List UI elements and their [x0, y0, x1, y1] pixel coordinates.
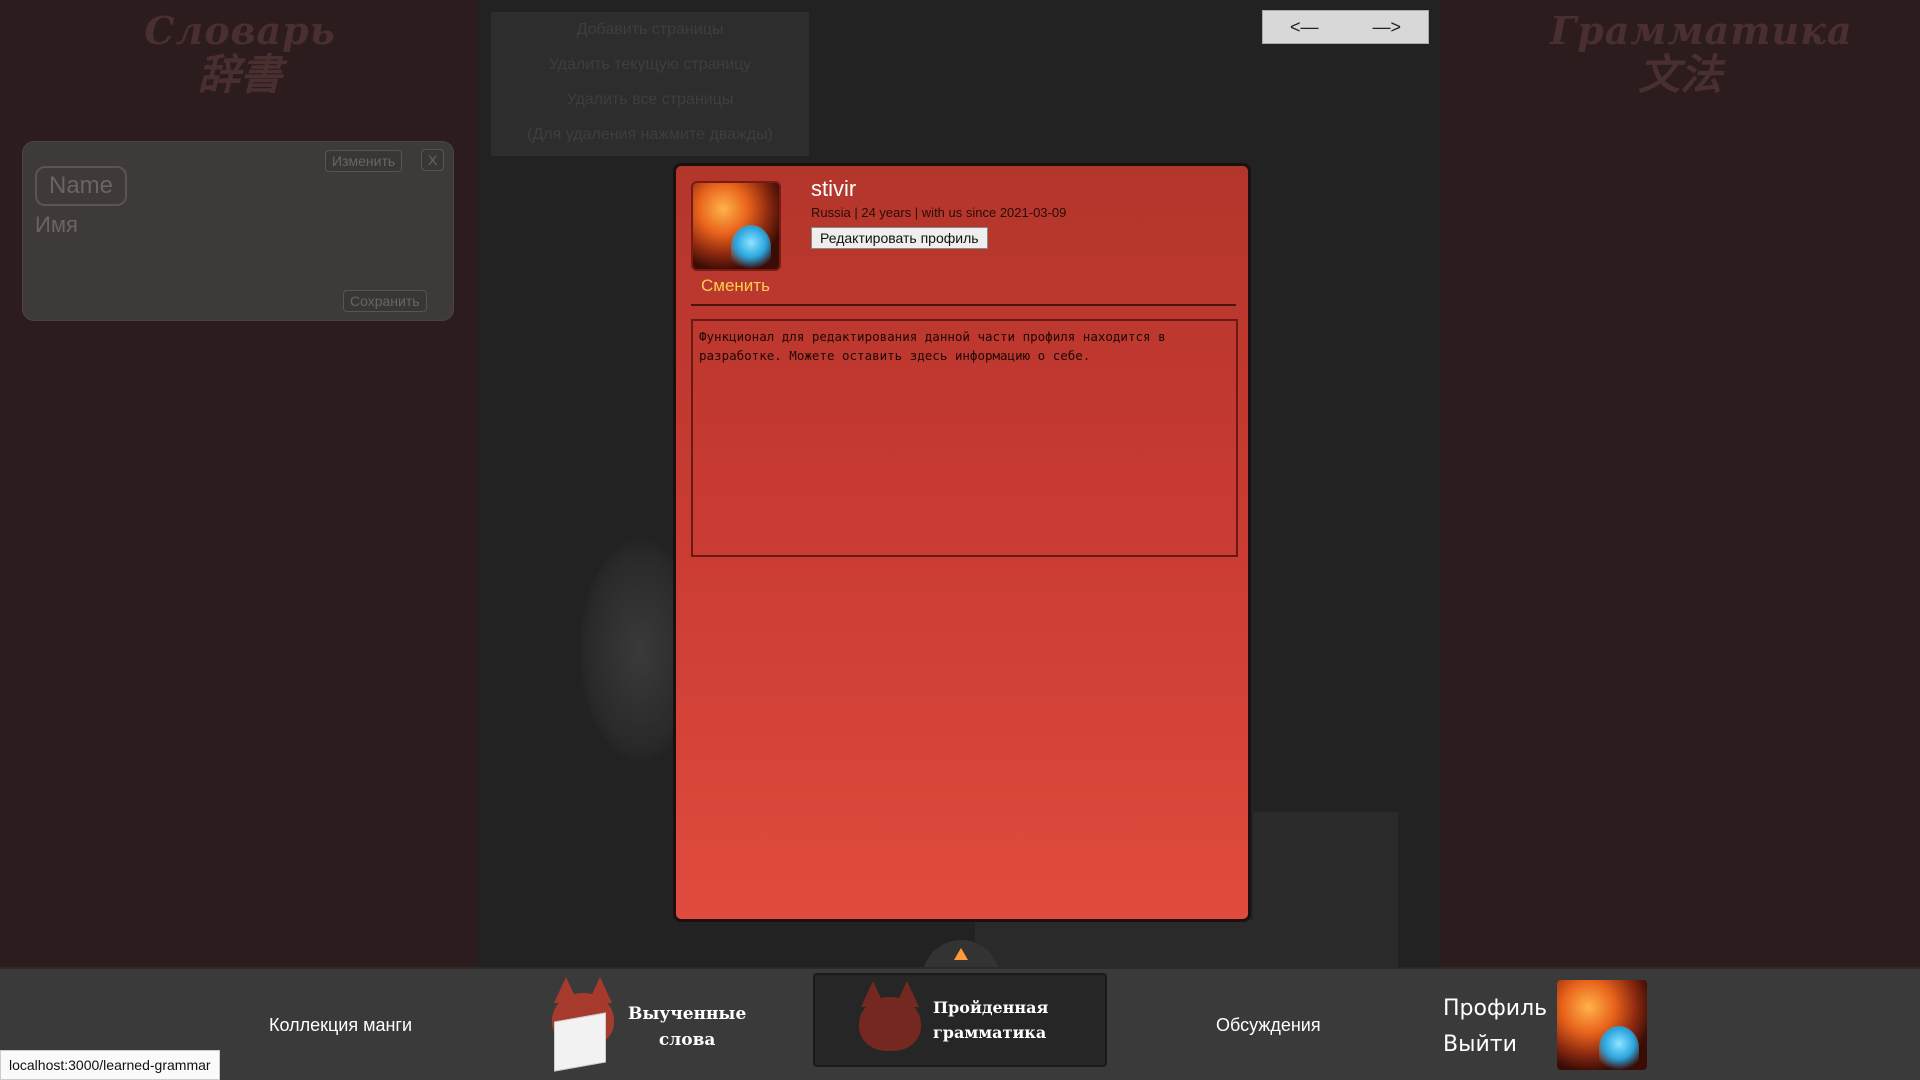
word-card-translation: Имя — [35, 212, 78, 237]
fox-head-icon — [855, 981, 925, 1061]
learned-words-line2: слова — [658, 1030, 716, 1050]
prev-page-button[interactable]: <— — [1290, 17, 1319, 38]
grammar-title: Грамматика 文法 — [1550, 8, 1853, 99]
grammar-panel: Грамматика 文法 — [1440, 0, 1920, 967]
profile-meta: Russia | 24 years | with us since 2021-0… — [811, 205, 1067, 220]
profile-link[interactable]: Профиль — [1443, 991, 1547, 1027]
learned-grammar-label: Пройденная грамматика — [933, 995, 1048, 1045]
page-menu: Добавить страницы Удалить текущую страни… — [491, 12, 809, 156]
word-card: Name Имя Изменить X Сохранить — [22, 141, 454, 321]
dictionary-title-jp: 辞書 — [197, 50, 282, 99]
profile-divider — [691, 304, 1236, 306]
word-card-save-button[interactable]: Сохранить — [343, 290, 427, 312]
next-page-button[interactable]: —> — [1372, 17, 1401, 38]
fox-book-icon — [548, 977, 618, 1072]
word-card-term: Name — [35, 166, 128, 206]
delete-all-pages-button[interactable]: Удалить все страницы — [491, 82, 809, 117]
dictionary-panel: Словарь 辞書 Name Имя Изменить X Сохранить — [0, 0, 477, 967]
word-card-edit-button[interactable]: Изменить — [325, 150, 403, 172]
delete-hint: (Для удаления нажмите дважды) — [527, 126, 773, 143]
manga-collection-link[interactable]: Коллекция манги — [269, 1015, 412, 1036]
discussions-link[interactable]: Обсуждения — [1216, 1015, 1321, 1036]
edit-profile-button[interactable]: Редактировать профиль — [811, 227, 988, 249]
profile-modal: Сменить stivir Russia | 24 years | with … — [673, 163, 1251, 922]
chevron-up-icon[interactable] — [954, 948, 968, 960]
dictionary-title-ru: Словарь — [144, 8, 336, 53]
add-pages-button[interactable]: Добавить страницы — [491, 12, 809, 47]
manga-panel-art-bottom — [975, 920, 1395, 967]
logout-link[interactable]: Выйти — [1443, 1027, 1547, 1063]
learned-grammar-link[interactable]: Пройденная грамматика — [813, 973, 1107, 1067]
learned-words-line1: Выученные — [628, 1004, 747, 1024]
profile-username: stivir — [811, 176, 857, 201]
delete-current-page-button[interactable]: Удалить текущую страницу — [491, 47, 809, 82]
about-textarea[interactable]: Функционал для редактирования данной час… — [691, 319, 1238, 557]
page-nav: <— —> — [1262, 10, 1429, 44]
dictionary-title: Словарь 辞書 — [120, 12, 360, 96]
footer-avatar[interactable] — [1557, 980, 1647, 1070]
learned-words-label: Выученные слова — [628, 1001, 746, 1053]
profile-avatar — [691, 181, 781, 271]
learned-grammar-line2: грамматика — [933, 1023, 1047, 1042]
learned-words-link[interactable]: Выученные слова — [548, 977, 768, 1075]
grammar-title-ru: Грамматика — [1550, 8, 1853, 53]
footer-nav: Коллекция манги Выученные слова Пройденн… — [0, 967, 1920, 1080]
profile-menu: Профиль Выйти — [1443, 991, 1547, 1063]
status-bar-url: localhost:3000/learned-grammar — [0, 1050, 220, 1080]
change-avatar-link[interactable]: Сменить — [701, 276, 770, 296]
learned-grammar-line1: Пройденная — [933, 998, 1049, 1017]
grammar-title-jp: 文法 — [1637, 50, 1722, 99]
word-card-close-button[interactable]: X — [421, 149, 445, 171]
